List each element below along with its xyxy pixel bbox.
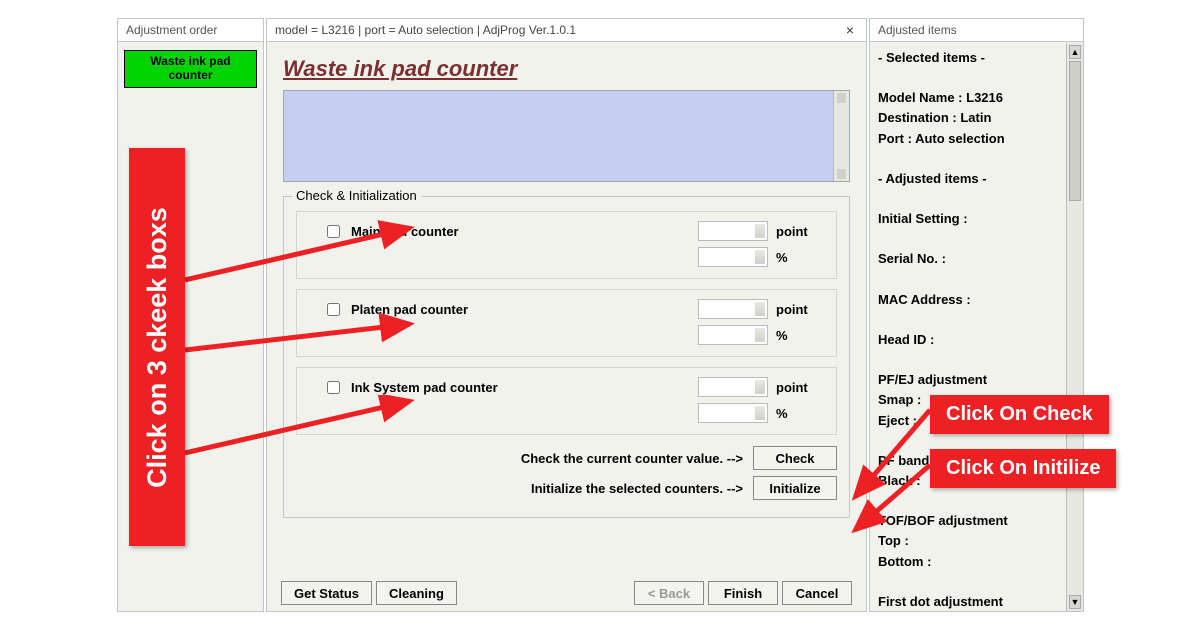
scroll-down-icon[interactable]: ▼: [1069, 595, 1081, 609]
info-line: [878, 310, 1075, 330]
counter-label: Platen pad counter: [351, 302, 690, 317]
back-button[interactable]: < Back: [634, 581, 704, 605]
ink-system-pad-point-input[interactable]: [698, 377, 768, 397]
info-line: Top :: [878, 531, 1075, 551]
info-line: [878, 229, 1075, 249]
close-icon[interactable]: ×: [842, 22, 858, 38]
info-line: Bottom :: [878, 552, 1075, 572]
info-line: [878, 189, 1075, 209]
waste-ink-pad-counter-button[interactable]: Waste ink pad counter: [124, 50, 257, 88]
counter-box: Main pad counter point %: [296, 211, 837, 279]
info-line: Serial No. :: [878, 249, 1075, 269]
info-line: [878, 350, 1075, 370]
info-line: - Selected items -: [878, 48, 1075, 68]
main-pad-checkbox[interactable]: [327, 225, 340, 238]
info-line: - Adjusted items -: [878, 169, 1075, 189]
ink-system-pad-checkbox[interactable]: [327, 381, 340, 394]
check-button[interactable]: Check: [753, 446, 837, 470]
cleaning-button[interactable]: Cleaning: [376, 581, 457, 605]
info-line: MAC Address :: [878, 290, 1075, 310]
counter-box: Ink System pad counter point %: [296, 367, 837, 435]
adjusted-items-panel: Adjusted items - Selected items - Model …: [869, 18, 1084, 612]
check-init-fieldset: Check & Initialization Main pad counter …: [283, 196, 850, 518]
platen-pad-percent-input[interactable]: [698, 325, 768, 345]
check-desc: Check the current counter value. -->: [521, 451, 743, 466]
info-line: [878, 572, 1075, 592]
dialog-title: model = L3216 | port = Auto selection | …: [275, 23, 576, 37]
right-scrollbar[interactable]: ▲ ▼: [1066, 43, 1083, 611]
counter-label: Main pad counter: [351, 224, 690, 239]
log-textarea[interactable]: [283, 90, 850, 182]
info-line: Model Name : L3216: [878, 88, 1075, 108]
callout-check: Click On Check: [930, 395, 1109, 434]
info-line: Destination : Latin: [878, 108, 1075, 128]
info-line: First dot adjustment: [878, 592, 1075, 610]
initialize-button[interactable]: Initialize: [753, 476, 837, 500]
info-line: Head ID :: [878, 330, 1075, 350]
init-desc: Initialize the selected counters. -->: [531, 481, 743, 496]
get-status-button[interactable]: Get Status: [281, 581, 372, 605]
left-panel-title: Adjustment order: [118, 19, 263, 42]
counter-label: Ink System pad counter: [351, 380, 690, 395]
platen-pad-point-input[interactable]: [698, 299, 768, 319]
info-line: Port : Auto selection: [878, 129, 1075, 149]
platen-pad-checkbox[interactable]: [327, 303, 340, 316]
info-line: [878, 149, 1075, 169]
ink-system-pad-percent-input[interactable]: [698, 403, 768, 423]
info-line: [878, 270, 1075, 290]
cancel-button[interactable]: Cancel: [782, 581, 852, 605]
right-panel-title: Adjusted items: [870, 19, 1083, 42]
unit-label: %: [776, 406, 826, 421]
unit-label: point: [776, 224, 826, 239]
info-line: [878, 68, 1075, 88]
info-line: TOF/BOF adjustment: [878, 511, 1075, 531]
info-line: PF/EJ adjustment: [878, 370, 1075, 390]
unit-label: point: [776, 380, 826, 395]
unit-label: point: [776, 302, 826, 317]
info-line: Initial Setting :: [878, 209, 1075, 229]
unit-label: %: [776, 328, 826, 343]
finish-button[interactable]: Finish: [708, 581, 778, 605]
scroll-thumb[interactable]: [1069, 61, 1081, 201]
main-dialog: model = L3216 | port = Auto selection | …: [266, 18, 867, 612]
adjusted-items-list: - Selected items - Model Name : L3216Des…: [870, 42, 1083, 610]
callout-checkboxes: Click on 3 ckeek boxs: [129, 148, 185, 546]
scroll-up-icon[interactable]: ▲: [1069, 45, 1081, 59]
main-pad-percent-input[interactable]: [698, 247, 768, 267]
callout-initialize: Click On Initilize: [930, 449, 1116, 488]
info-line: [878, 491, 1075, 511]
page-heading: Waste ink pad counter: [283, 56, 850, 82]
fieldset-legend: Check & Initialization: [292, 188, 421, 203]
unit-label: %: [776, 250, 826, 265]
counter-box: Platen pad counter point %: [296, 289, 837, 357]
main-pad-point-input[interactable]: [698, 221, 768, 241]
log-scrollbar[interactable]: [833, 91, 849, 181]
